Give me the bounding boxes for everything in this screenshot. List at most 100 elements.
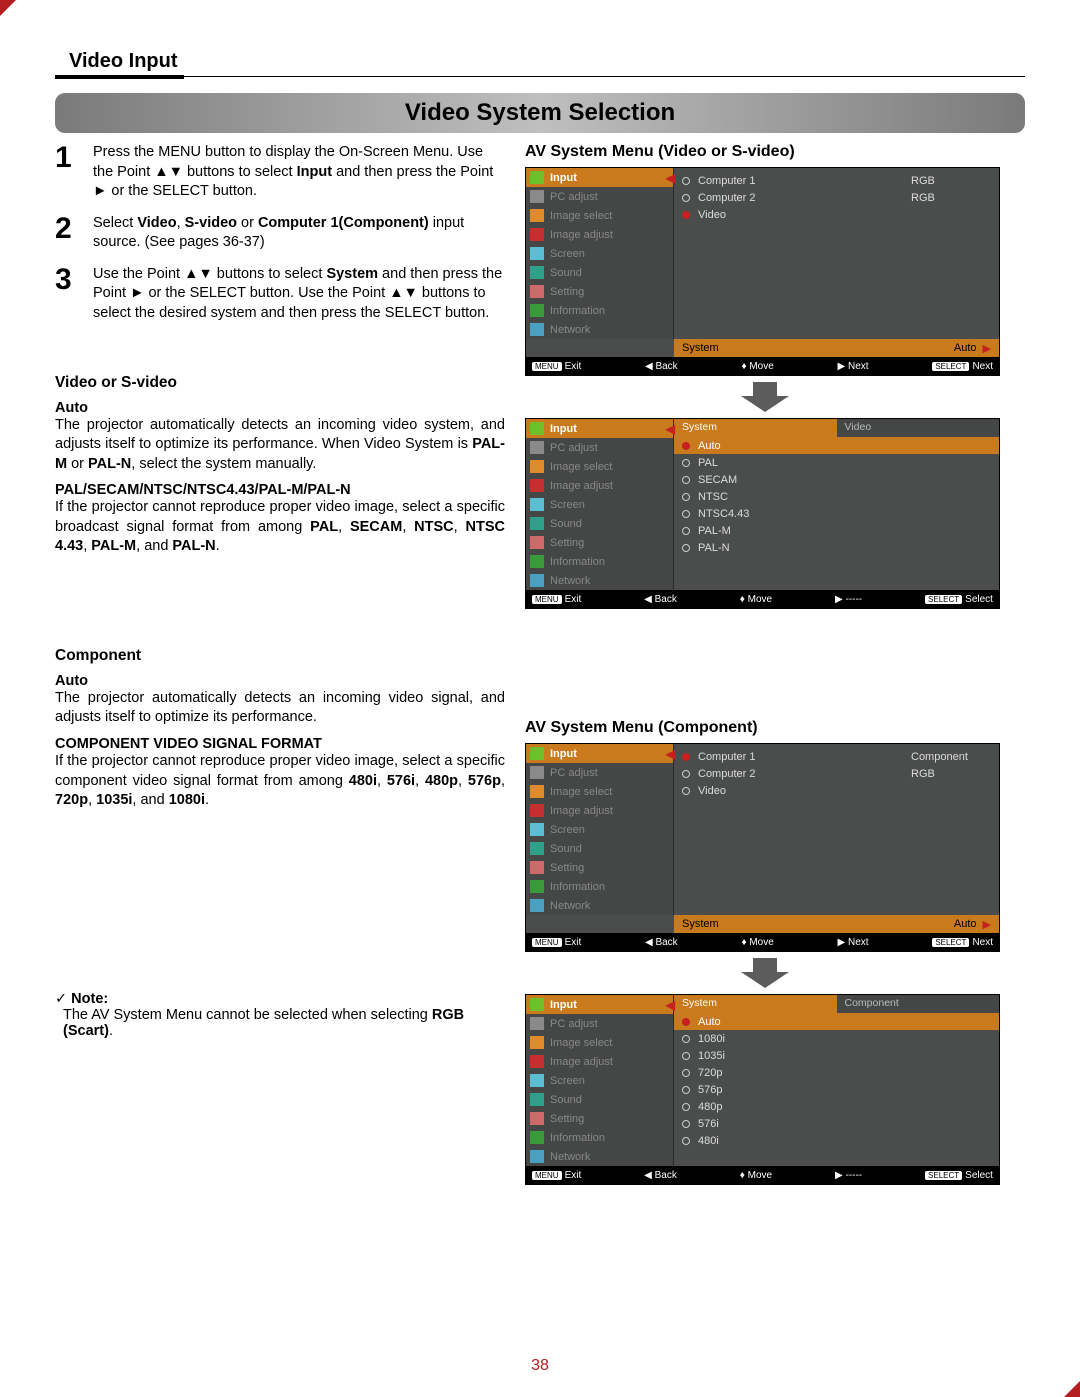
label-auto2: Auto — [55, 673, 505, 689]
sidebar-item-label: Sound — [550, 267, 582, 279]
input-mode: RGB — [911, 192, 991, 204]
page-title: Video System Selection — [55, 93, 1025, 133]
menu-icon — [530, 441, 544, 454]
radio-icon — [682, 1035, 690, 1043]
osd-row: PAL-M — [682, 522, 991, 539]
osd-sidebar: Input PC adjust Image select Image adjus… — [526, 744, 674, 915]
radio-icon — [682, 1069, 690, 1077]
osd-row: Video — [682, 206, 991, 223]
radio-icon — [682, 211, 690, 219]
menu-icon — [530, 190, 544, 203]
sidebar-item-label: Screen — [550, 824, 585, 836]
sidebar-item: Image adjust — [526, 225, 673, 244]
input-name: Computer 1 — [698, 751, 755, 763]
label-pal: PAL/SECAM/NTSC/NTSC4.43/PAL-M/PAL-N — [55, 482, 505, 498]
sidebar-item: Information — [526, 552, 673, 571]
osd-sidebar: Input PC adjust Image select Image adjus… — [526, 419, 674, 590]
step-number: 3 — [55, 265, 93, 295]
input-mode: RGB — [911, 768, 991, 780]
sidebar-item-label: Input — [550, 423, 577, 435]
input-mode: Component — [911, 751, 991, 763]
sidebar-item-label: Information — [550, 1132, 605, 1144]
radio-icon — [682, 1086, 690, 1094]
osd-footer: MENUExit ◀ Back ♦ Move ▶ ----- SELECTSel… — [526, 1166, 999, 1184]
sidebar-item: Screen — [526, 1071, 673, 1090]
menu-icon — [530, 422, 544, 435]
input-name: Computer 1 — [698, 175, 755, 187]
menu-icon — [530, 498, 544, 511]
menu-icon — [530, 323, 544, 336]
menu-icon — [530, 209, 544, 222]
arrow-down-icon — [735, 382, 795, 412]
option-label: NTSC4.43 — [698, 508, 749, 520]
sidebar-item: Setting — [526, 1109, 673, 1128]
label-auto: Auto — [55, 400, 505, 416]
radio-icon — [682, 476, 690, 484]
sidebar-item: Sound — [526, 263, 673, 282]
option-label: PAL-N — [698, 542, 730, 554]
system-label: System — [682, 918, 719, 930]
note-label: Note: — [55, 991, 505, 1007]
radio-icon — [682, 1120, 690, 1128]
menu-icon — [530, 880, 544, 893]
sidebar-item: Screen — [526, 495, 673, 514]
osd-screenshot-2: Input PC adjust Image select Image adjus… — [525, 418, 1000, 609]
step: 2 Select Video, S-video or Computer 1(Co… — [55, 214, 505, 253]
input-name: Video — [698, 785, 726, 797]
menu-icon — [530, 266, 544, 279]
sidebar-item-label: Sound — [550, 843, 582, 855]
menu-icon — [530, 555, 544, 568]
osd-sidebar: Input PC adjust Image select Image adjus… — [526, 995, 674, 1166]
subheading-video-svideo: Video or S-video — [55, 374, 505, 392]
sidebar-item-label: Network — [550, 1151, 590, 1163]
sidebar-item: Input — [526, 419, 673, 438]
menu-icon — [530, 536, 544, 549]
option-label: 480p — [698, 1101, 722, 1113]
sidebar-item-label: Information — [550, 881, 605, 893]
osd-row: Auto — [674, 437, 999, 454]
radio-icon — [682, 753, 690, 761]
option-label: PAL — [698, 457, 718, 469]
menu-icon — [530, 899, 544, 912]
option-label: NTSC — [698, 491, 728, 503]
osd-row: PAL-N — [682, 539, 991, 556]
step-text: Select Video, S-video or Computer 1(Comp… — [93, 214, 505, 253]
tab-system: System — [674, 995, 837, 1013]
menu-icon — [530, 247, 544, 260]
system-value: Auto — [954, 342, 977, 354]
sidebar-item-label: Sound — [550, 518, 582, 530]
osd-footer: MENUExit ◀ Back ♦ Move ▶ Next SELECTNext — [526, 933, 999, 951]
option-label: Auto — [698, 1016, 721, 1028]
sidebar-item-label: Network — [550, 900, 590, 912]
sidebar-item-label: Input — [550, 748, 577, 760]
osd-row: 1080i — [682, 1030, 991, 1047]
sidebar-item: Image select — [526, 457, 673, 476]
menu-icon — [530, 304, 544, 317]
chevron-right-icon: ▶ — [983, 918, 991, 931]
label-cvf: COMPONENT VIDEO SIGNAL FORMAT — [55, 736, 505, 752]
osd-tabs: System Video — [674, 419, 999, 437]
osd-main: Auto 1080i 1035i 720p 576p 480p 576i 480… — [674, 1013, 999, 1153]
menu-icon — [530, 1074, 544, 1087]
corner-decoration — [1064, 1381, 1080, 1397]
sidebar-item: Screen — [526, 244, 673, 263]
osd-row: 480p — [682, 1098, 991, 1115]
sidebar-item: Setting — [526, 858, 673, 877]
option-label: 720p — [698, 1067, 722, 1079]
option-label: 1035i — [698, 1050, 725, 1062]
osd-row: Computer 2 RGB — [682, 765, 991, 782]
osd-screenshot-3: Input PC adjust Image select Image adjus… — [525, 743, 1000, 952]
tab-secondary: Video — [837, 419, 1000, 437]
sidebar-item: PC adjust — [526, 1014, 673, 1033]
menu-icon — [530, 998, 544, 1011]
step-number: 2 — [55, 214, 93, 244]
sidebar-item-label: Image select — [550, 786, 612, 798]
section-breadcrumb: Video Input — [55, 50, 184, 79]
sidebar-item: Image adjust — [526, 476, 673, 495]
osd-row: Computer 2 RGB — [682, 189, 991, 206]
sidebar-item-label: Network — [550, 324, 590, 336]
sidebar-item: Setting — [526, 533, 673, 552]
right-heading-2: AV System Menu (Component) — [525, 719, 1005, 737]
osd-row: Video — [682, 782, 991, 799]
radio-icon — [682, 544, 690, 552]
